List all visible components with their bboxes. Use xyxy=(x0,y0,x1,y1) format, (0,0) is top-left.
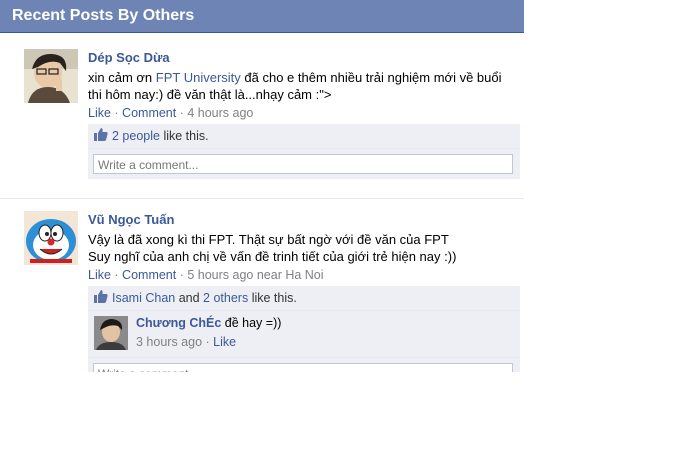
post-author[interactable]: Vũ Ngọc Tuấn xyxy=(88,212,518,227)
feedback-box: 2 people like this. Write a comment... xyxy=(88,124,520,179)
post: Vũ Ngọc Tuấn Vậy là đã xong kì thi FPT. … xyxy=(0,202,524,372)
mention-link[interactable]: FPT University xyxy=(156,70,241,85)
post-meta: Like · Comment · 4 hours ago xyxy=(88,106,254,120)
comment-time: 3 hours ago xyxy=(136,335,203,349)
like-link[interactable]: Like xyxy=(88,106,111,120)
avatar[interactable] xyxy=(24,211,78,265)
thumbs-up-icon xyxy=(94,287,108,311)
likes-count-link[interactable]: 2 people xyxy=(112,129,160,143)
others-link[interactable]: 2 others xyxy=(203,291,248,305)
thumbs-up-icon xyxy=(94,125,108,149)
comment-text: đề hay =)) xyxy=(221,316,282,330)
comment-input[interactable]: Write a comment... xyxy=(93,154,513,174)
comment-like-link[interactable]: Like xyxy=(213,335,236,349)
avatar[interactable] xyxy=(24,49,78,103)
post-time: 4 hours ago xyxy=(187,106,254,120)
post: Dép Sọc Dừa xin cảm ơn FPT University đã… xyxy=(0,40,524,190)
like-link[interactable]: Like xyxy=(88,268,111,282)
like-sentence: Isami Chan and 2 others like this. xyxy=(88,286,520,311)
comment-link[interactable]: Comment xyxy=(122,268,176,282)
comment-link[interactable]: Comment xyxy=(122,106,176,120)
like-sentence: 2 people like this. xyxy=(88,124,520,149)
comment-avatar[interactable] xyxy=(94,316,128,350)
comment-author[interactable]: Chương ChÉc xyxy=(136,316,221,330)
post-meta: Like · Comment · 5 hours ago near Ha Noi xyxy=(88,268,324,282)
post-time: 5 hours ago near Ha Noi xyxy=(187,268,324,282)
liker-link[interactable]: Isami Chan xyxy=(112,291,175,305)
recent-posts-panel: Recent Posts By Others Dép Sọc Dừa xin c… xyxy=(0,0,524,372)
comment-input[interactable]: Write a comment... xyxy=(93,363,513,372)
post-author[interactable]: Dép Sọc Dừa xyxy=(88,50,518,65)
post-text: Vậy là đã xong kì thi FPT. Thật sự bất n… xyxy=(88,232,457,264)
panel-header: Recent Posts By Others xyxy=(0,0,524,33)
post-divider xyxy=(0,198,524,199)
post-text: xin cảm ơn FPT University đã cho e thêm … xyxy=(88,70,502,102)
comment-item: Chương ChÉc đề hay =)) 3 hours ago · Lik… xyxy=(88,311,520,358)
feedback-box: Isami Chan and 2 others like this. Chươn… xyxy=(88,286,520,372)
